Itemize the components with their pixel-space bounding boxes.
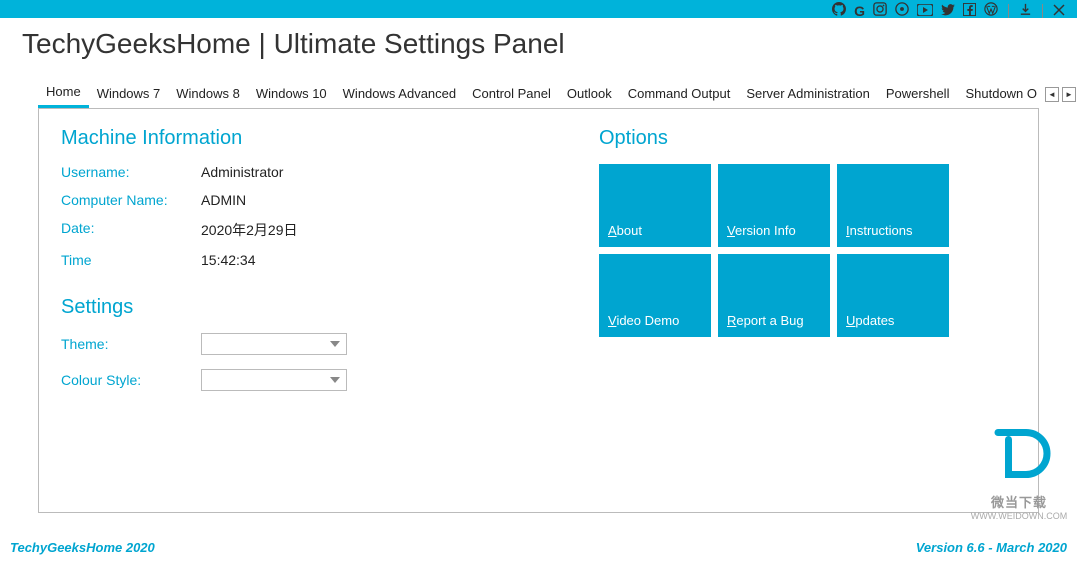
time-label: Time: [61, 252, 201, 268]
tab-strip: Home Windows 7 Windows 8 Windows 10 Wind…: [38, 80, 1039, 108]
computer-value: ADMIN: [201, 192, 246, 208]
colour-dropdown[interactable]: [201, 369, 347, 391]
options-tiles: About Version Info Instructions Video De…: [599, 164, 959, 337]
tile-label: About: [608, 223, 642, 238]
tile-label: Report a Bug: [727, 313, 804, 328]
facebook-icon[interactable]: [963, 3, 976, 19]
tab-windows7[interactable]: Windows 7: [89, 82, 169, 107]
app-title: TechyGeeksHome | Ultimate Settings Panel: [22, 28, 1077, 60]
tab-scroll-controls: ◄ ►: [1045, 87, 1076, 102]
tile-report-bug[interactable]: Report a Bug: [718, 254, 830, 337]
theme-row: Theme:: [61, 333, 561, 355]
left-column: Machine Information Username: Administra…: [61, 127, 561, 405]
github-icon[interactable]: [832, 2, 846, 19]
tile-instructions[interactable]: Instructions: [837, 164, 949, 247]
separator: [1008, 4, 1009, 18]
username-row: Username: Administrator: [61, 164, 561, 180]
tab-windows10[interactable]: Windows 10: [248, 82, 335, 107]
tab-windows-advanced[interactable]: Windows Advanced: [335, 82, 464, 107]
tab-control-panel[interactable]: Control Panel: [464, 82, 559, 107]
computer-label: Computer Name:: [61, 192, 201, 208]
wordpress-icon[interactable]: [984, 2, 998, 19]
main-panel: Machine Information Username: Administra…: [38, 108, 1039, 513]
tab-home[interactable]: Home: [38, 80, 89, 108]
twitter-icon[interactable]: [941, 3, 955, 19]
time-value: 15:42:34: [201, 252, 256, 268]
username-value: Administrator: [201, 164, 283, 180]
theme-label: Theme:: [61, 336, 201, 352]
chevron-down-icon: [330, 341, 340, 347]
tab-scroll-right[interactable]: ►: [1062, 87, 1076, 102]
separator: [1042, 4, 1043, 18]
footer-right: Version 6.6 - March 2020: [916, 540, 1067, 555]
tile-label: Updates: [846, 313, 894, 328]
youtube-icon[interactable]: [917, 3, 933, 19]
settings-heading: Settings: [61, 296, 561, 319]
right-column: Options About Version Info Instructions …: [599, 127, 959, 337]
date-row: Date: 2020年2月29日: [61, 220, 561, 240]
username-label: Username:: [61, 164, 201, 180]
settings-section: Settings Theme: Colour Style:: [61, 296, 561, 391]
tab-windows8[interactable]: Windows 8: [168, 82, 248, 107]
tab-server-admin[interactable]: Server Administration: [738, 82, 878, 107]
date-label: Date:: [61, 220, 201, 240]
download-icon[interactable]: [1019, 3, 1032, 19]
tab-outlook[interactable]: Outlook: [559, 82, 620, 107]
title-area: TechyGeeksHome | Ultimate Settings Panel: [0, 18, 1077, 70]
colour-row: Colour Style:: [61, 369, 561, 391]
tab-shutdown[interactable]: Shutdown O: [957, 82, 1045, 107]
google-icon[interactable]: G: [854, 3, 865, 19]
top-icon-row: G: [832, 2, 1071, 19]
footer: TechyGeeksHome 2020 Version 6.6 - March …: [10, 540, 1067, 555]
machine-info-heading: Machine Information: [61, 127, 561, 150]
tab-command-output[interactable]: Command Output: [620, 82, 739, 107]
tile-updates[interactable]: Updates: [837, 254, 949, 337]
pinterest-icon[interactable]: [895, 2, 909, 19]
chevron-down-icon: [330, 377, 340, 383]
footer-left: TechyGeeksHome 2020: [10, 540, 155, 555]
theme-dropdown[interactable]: [201, 333, 347, 355]
tile-label: Version Info: [727, 223, 796, 238]
tab-powershell[interactable]: Powershell: [878, 82, 958, 107]
time-row: Time 15:42:34: [61, 252, 561, 268]
computer-row: Computer Name: ADMIN: [61, 192, 561, 208]
colour-label: Colour Style:: [61, 372, 201, 388]
tile-label: Video Demo: [608, 313, 679, 328]
tile-label: Instructions: [846, 223, 913, 238]
instagram-icon[interactable]: [873, 2, 887, 19]
date-value: 2020年2月29日: [201, 220, 298, 240]
options-heading: Options: [599, 127, 959, 150]
close-icon[interactable]: [1053, 3, 1065, 19]
tab-scroll-left[interactable]: ◄: [1045, 87, 1059, 102]
tile-video-demo[interactable]: Video Demo: [599, 254, 711, 337]
tile-version-info[interactable]: Version Info: [718, 164, 830, 247]
tile-about[interactable]: About: [599, 164, 711, 247]
